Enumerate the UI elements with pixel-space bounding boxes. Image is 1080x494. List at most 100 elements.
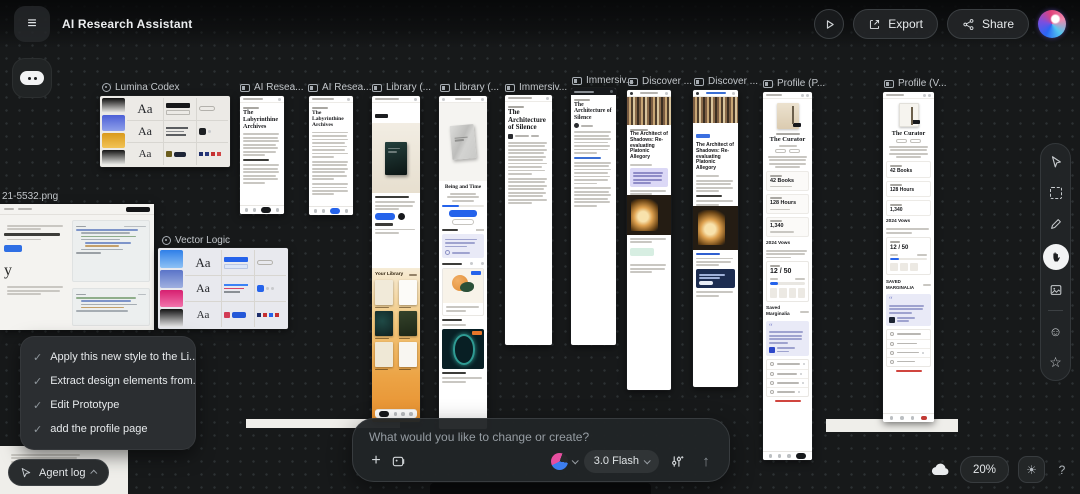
feature-image-card [442,329,484,369]
model-avatar-button[interactable] [551,453,577,470]
collapsed-toolbar-button[interactable] [12,58,52,98]
stat-card: 128 Hours [886,181,931,197]
zoom-level[interactable]: 20% [960,456,1009,483]
send-button[interactable]: ↑ [695,450,717,472]
paragraph [240,164,284,183]
brightness-icon: ☀ [1026,463,1037,477]
frame-label-prof2[interactable]: Profile (V... [884,78,947,89]
cta-row [372,210,420,220]
frame-label-text: Immersiv... [586,75,634,86]
play-dot [398,213,405,220]
chat-composer: + 3.0 Flash ↑ [352,418,730,482]
agent-log-label: Agent log [39,467,85,479]
tune-button[interactable] [666,450,688,472]
image-tool[interactable] [1045,279,1067,301]
frame-vector-logic[interactable]: Aa Aa Aa [158,248,288,329]
frame-label-lib2[interactable]: Library (... [440,82,499,93]
chat-input[interactable] [369,428,699,446]
frame-label-prof1[interactable]: Profile (P... [763,78,825,89]
screen-icon [763,80,773,88]
add-button[interactable]: + [365,450,387,472]
draw-tool[interactable] [1045,213,1067,235]
typography-grid: Aa Aa Aa [185,250,286,327]
tag-chip-row [693,123,738,143]
type-sample: Aa [185,281,221,296]
model-selector[interactable]: 3.0 Flash [584,450,659,473]
frame-library-2[interactable]: Being and Time [439,96,487,429]
pan-tool[interactable] [1043,244,1069,270]
frame-immersive-2[interactable]: The Architecture of Silence [571,88,616,345]
goal-progress: 12 / 50 [770,268,805,276]
frame-label-ai2[interactable]: AI Resea... [308,82,371,93]
user-avatar[interactable] [1038,10,1066,38]
frame-label-lumina[interactable]: Lumina Codex [102,82,179,93]
frame-immersive-1[interactable]: The Architecture of Silence [505,95,552,345]
code-panel [72,220,150,282]
sticker-tool[interactable]: ☺ [1045,320,1067,342]
chevron-down-icon [644,457,651,464]
color-swatches [102,98,125,165]
author-row [505,132,552,139]
book-grid [372,278,420,372]
type-sample: Aa [185,255,221,271]
progress-track [770,282,805,285]
frame-label-text: Library (... [454,82,499,93]
frame-label-lib1[interactable]: Library (... [372,82,431,93]
help-button[interactable]: ? [1054,463,1070,477]
frame-label-ai1[interactable]: AI Resea... [240,82,303,93]
share-icon [962,18,975,31]
checklist-item[interactable]: ✓Edit Prototype [21,393,195,417]
checklist-item[interactable]: ✓Extract design elements from... [21,369,195,393]
brightness-button[interactable]: ☀ [1018,456,1045,483]
frame-label-text: Library (... [386,82,431,93]
frame-label-imm2[interactable]: Immersiv... [572,75,634,86]
share-button[interactable]: Share [947,9,1029,39]
hamburger-icon: ≡ [27,15,36,33]
progress-track [442,205,484,207]
frame-profile-1[interactable]: The Curator 42 Books 128 Hours 1,340 202… [763,92,812,460]
link-line [574,157,601,159]
frame-library-1[interactable]: Your Library [372,96,420,422]
favorite-tool[interactable]: ☆ [1045,351,1067,373]
pencil-icon [1049,217,1063,231]
select-tool[interactable] [1045,151,1067,173]
type-sample: Aa [127,148,163,160]
frame-label-png[interactable]: 21-5532.png [2,191,58,202]
phone-topbar [883,92,934,99]
lamp-photo [627,195,671,235]
menu-button[interactable]: ≡ [14,6,50,42]
add-image-button[interactable] [387,450,409,472]
frame-label-vector[interactable]: Vector Logic [162,235,230,246]
checklist-item[interactable]: ✓Apply this new style to the Li... [21,345,195,369]
cta-card [696,269,735,288]
frame-ai-research-1[interactable]: The Labyrinthine Archives [240,96,284,214]
books-photo [627,97,671,125]
play-button[interactable] [814,9,844,39]
frame-lumina-codex[interactable]: Aa Aa Aa [100,96,230,167]
checklist-item[interactable]: ✓add the profile page [21,417,195,441]
secondary-button [452,219,474,225]
palette-icon [162,236,171,245]
frame-discover-2[interactable]: The Architect of Shadows: Re-evaluating … [693,90,738,387]
section-title: Saved Marginalia [886,279,923,291]
frame-profile-2[interactable]: The Curator 42 Books 128 Hours 1,340 202… [883,92,934,422]
screen-icon [884,80,894,88]
stat-card: 128 Hours [766,194,809,214]
section-heading-line [442,229,458,231]
frame-png-screenshot[interactable]: y [0,204,154,330]
frame-label-disc1[interactable]: Discover ... [628,76,692,87]
agent-log-button[interactable]: Agent log [8,459,109,486]
export-button[interactable]: Export [853,9,938,39]
paragraph [883,228,934,233]
model-avatar-icon [551,453,568,470]
cloud-icon[interactable] [931,462,951,477]
swatch-magenta [160,290,183,308]
frame-label-disc2[interactable]: Discover ... [694,76,758,87]
note-card [442,234,484,258]
frame-ai-research-2[interactable]: The Labyrinthine Archives [309,96,353,215]
screen-icon [240,84,250,92]
frame-label-imm1[interactable]: Immersiv... [505,82,567,93]
frame-discover-1[interactable]: The Architect of Shadows: Re-evaluating … [627,90,671,390]
frame-tool[interactable] [1045,182,1067,204]
frame-label-text: Profile (V... [898,78,947,89]
